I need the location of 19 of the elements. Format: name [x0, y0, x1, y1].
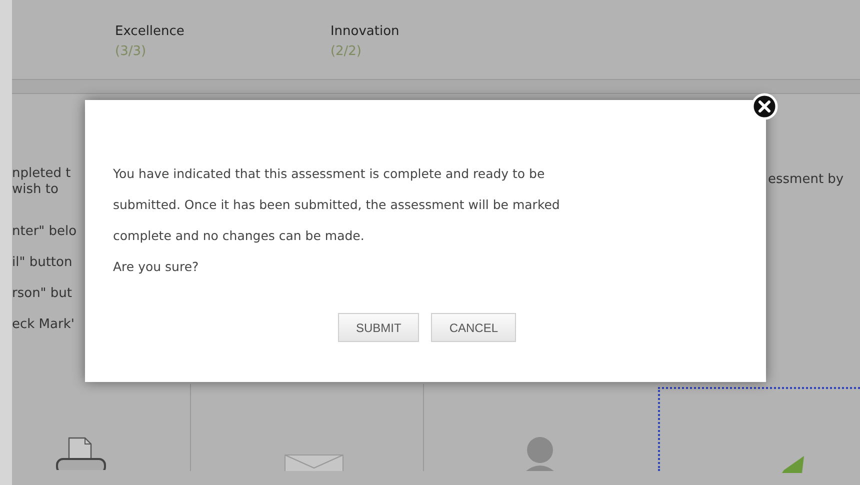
instruction-text: rson" but	[12, 286, 74, 302]
close-icon[interactable]	[751, 93, 778, 120]
category-name: Excellence	[115, 23, 184, 41]
instruction-text: npleted t	[12, 166, 72, 182]
instruction-text: eck Mark'	[12, 317, 76, 333]
instruction-text: il" button	[12, 255, 74, 271]
dialog-button[interactable]: CANCEL	[431, 313, 516, 342]
category-name: Innovation	[330, 23, 400, 41]
dialog-question: Are you sure?	[113, 258, 199, 276]
dialog-button[interactable]: SUBMIT	[338, 313, 420, 342]
category-count: (2/2)	[330, 43, 363, 61]
dialog-message: You have indicated that this assessment is complete and ready to be submitted. Once it has been submitted, the assessment will be marked complete and no changes can be made.	[113, 165, 560, 245]
envelope-icon	[284, 454, 344, 471]
action-tile[interactable]	[658, 387, 860, 471]
instruction-text: wish to	[12, 182, 60, 198]
category-count: (3/3)	[115, 43, 148, 61]
printer-icon	[55, 437, 107, 470]
instruction-text: essment by	[768, 172, 844, 187]
instruction-text: nter" belo	[12, 224, 78, 240]
